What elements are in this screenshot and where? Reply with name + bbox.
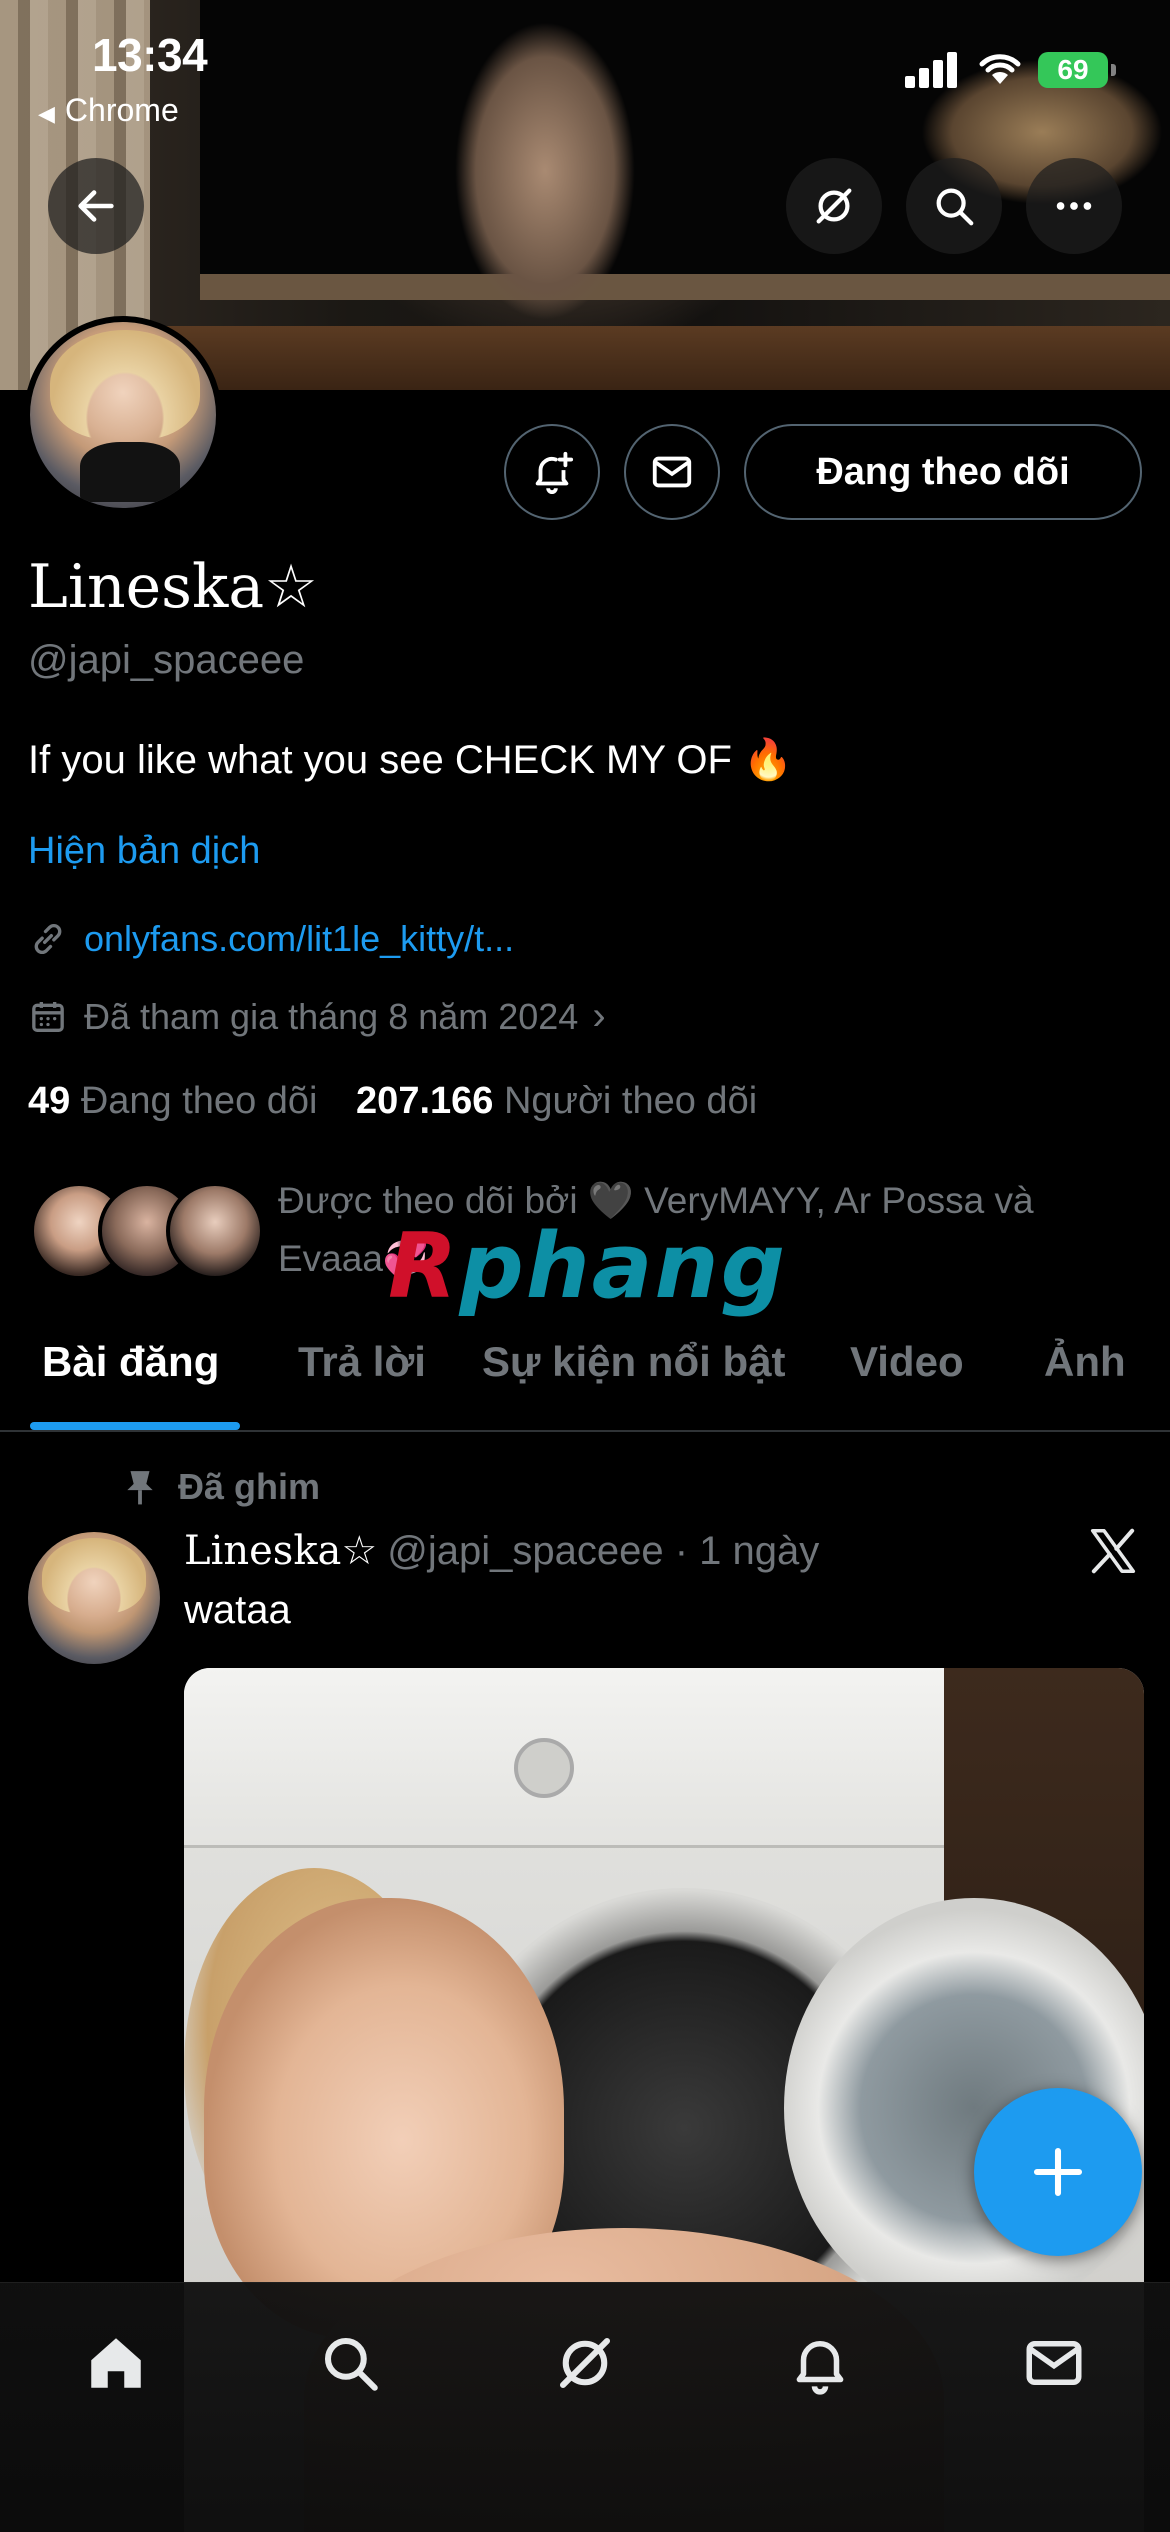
messages-icon	[1026, 2341, 1082, 2385]
profile-page: 13:34 ◀ Chrome 69 Đang theo dõi Lineska☆ …	[0, 0, 1170, 2532]
nav-messages[interactable]	[1014, 2323, 1094, 2403]
grok-icon	[816, 188, 852, 224]
back-triangle-icon: ◀	[38, 101, 55, 126]
profile-bio: If you like what you see CHECK MY OF 🔥	[28, 738, 793, 782]
grok-button[interactable]	[786, 158, 882, 254]
message-button[interactable]	[624, 424, 720, 520]
back-arrow-icon	[78, 190, 114, 222]
notify-button[interactable]	[504, 424, 600, 520]
follow-stats: 49 Đang theo dõi 207.166 Người theo dõi	[28, 1080, 757, 1123]
post-header: Lineska☆ @japi_spaceee · 1 ngày	[184, 1528, 819, 1574]
followers-count: 207.166	[356, 1080, 494, 1122]
pinned-label: Đã ghim	[124, 1466, 320, 1508]
link-icon	[34, 924, 62, 954]
banner-floor	[150, 326, 1170, 390]
joined-text: Đã tham gia tháng 8 năm 2024	[84, 995, 579, 1037]
wifi-icon	[978, 50, 1022, 86]
search-icon	[936, 188, 974, 226]
grok-icon	[559, 2337, 611, 2389]
back-button[interactable]	[48, 158, 144, 254]
tab-replies[interactable]: Trả lời	[298, 1338, 426, 1386]
nav-home[interactable]	[76, 2323, 156, 2403]
post-time: · 1 ngày	[674, 1529, 820, 1573]
active-tab-indicator	[30, 1422, 240, 1430]
nav-search[interactable]	[310, 2323, 390, 2403]
following-count: 49	[28, 1080, 71, 1122]
watermark-rest: phang	[459, 1214, 788, 1319]
bell-plus-icon	[535, 451, 574, 495]
calendar-icon	[32, 1001, 64, 1032]
home-icon	[91, 2338, 141, 2388]
following-button[interactable]: Đang theo dõi	[744, 424, 1142, 520]
chevron-right-icon: ›	[592, 994, 606, 1038]
tab-highlights[interactable]: Sự kiện nổi bật	[482, 1338, 785, 1386]
back-to-app-link[interactable]: ◀ Chrome	[38, 92, 179, 129]
nav-grok[interactable]	[545, 2323, 625, 2403]
follower-avatar	[166, 1182, 264, 1280]
search-icon	[324, 2337, 378, 2391]
more-button[interactable]	[1026, 158, 1122, 254]
profile-link-text: onlyfans.com/lit1le_kitty/t...	[84, 918, 515, 959]
x-logo-icon	[1090, 1528, 1136, 1574]
post-author-avatar[interactable]	[28, 1532, 160, 1664]
followers-stat[interactable]: 207.166 Người theo dõi	[356, 1080, 757, 1122]
tab-posts[interactable]: Bài đăng	[42, 1338, 219, 1386]
post-text: wataa	[184, 1588, 291, 1632]
following-label: Đang theo dõi	[80, 1080, 318, 1122]
profile-name: Lineska☆	[28, 552, 318, 622]
watermark-first: R	[388, 1214, 460, 1319]
battery-indicator: 69	[1038, 52, 1116, 88]
profile-link[interactable]: onlyfans.com/lit1le_kitty/t...	[28, 918, 514, 960]
post-avatar-hair	[42, 1538, 146, 1614]
post-author-name[interactable]: Lineska☆	[184, 1528, 377, 1574]
following-stat[interactable]: 49 Đang theo dõi	[28, 1080, 317, 1122]
status-bar: 13:34 ◀ Chrome 69	[0, 0, 1170, 140]
nav-notifications[interactable]	[780, 2323, 860, 2403]
post-author-handle[interactable]: @japi_spaceee	[387, 1529, 663, 1573]
profile-avatar[interactable]	[24, 316, 222, 514]
joined-date[interactable]: Đã tham gia tháng 8 năm 2024 ›	[28, 994, 606, 1039]
search-button[interactable]	[906, 158, 1002, 254]
media-dial	[514, 1738, 574, 1798]
plus-icon	[1033, 2147, 1083, 2197]
cellular-signal-icon	[905, 50, 961, 88]
avatar-hair	[50, 330, 200, 440]
show-translation-link[interactable]: Hiện bản dịch	[28, 830, 260, 873]
tab-videos[interactable]: Video	[850, 1338, 964, 1386]
compose-post-button[interactable]	[974, 2088, 1142, 2256]
tab-photos[interactable]: Ảnh	[1044, 1338, 1126, 1386]
profile-tabs: Bài đăng Trả lời Sự kiện nổi bật Video Ả…	[0, 1322, 1170, 1432]
followers-label: Người theo dõi	[503, 1080, 758, 1122]
pinned-text: Đã ghim	[178, 1466, 321, 1507]
pin-icon	[127, 1471, 153, 1505]
mail-icon	[652, 456, 692, 488]
back-app-label: Chrome	[64, 92, 179, 128]
status-time: 13:34	[92, 29, 208, 81]
bottom-navigation	[0, 2282, 1170, 2532]
avatar-top	[80, 442, 180, 502]
watermark-logo: Rphang	[388, 1214, 787, 1319]
profile-handle: @japi_spaceee	[28, 638, 305, 682]
more-icon	[1056, 202, 1092, 210]
notifications-icon	[796, 2341, 844, 2395]
